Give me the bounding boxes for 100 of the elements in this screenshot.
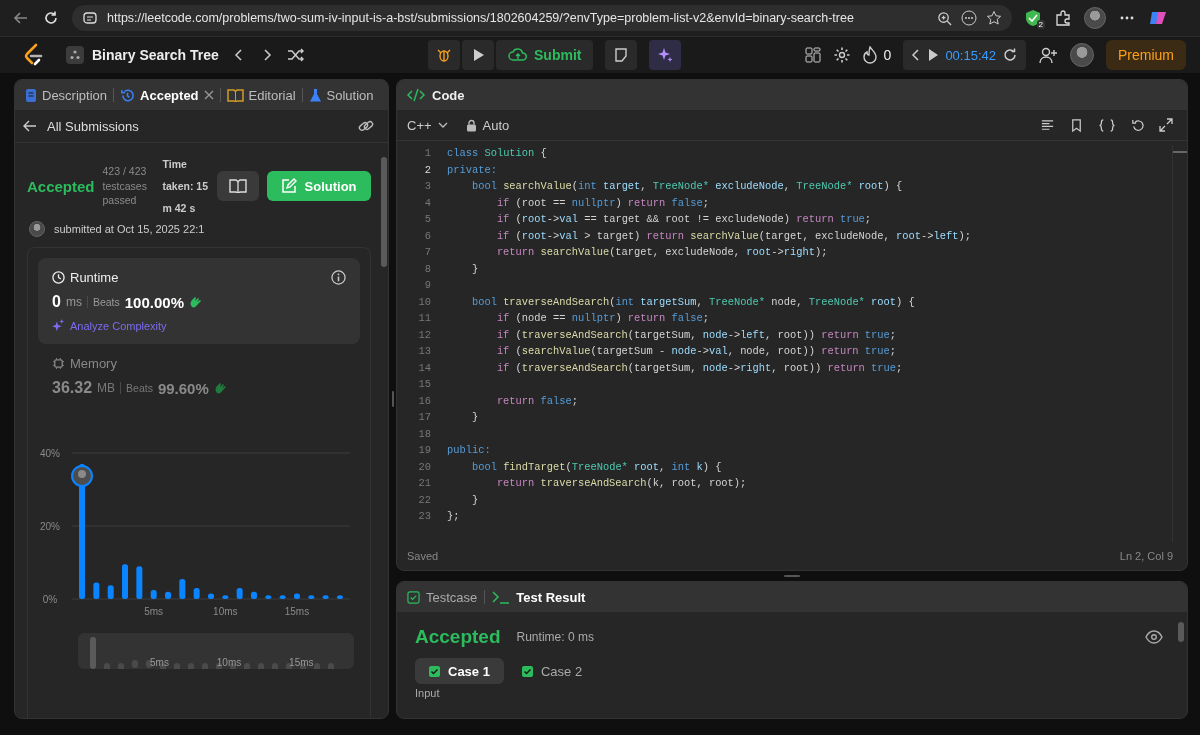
range-overview[interactable]: 5ms 10ms 15ms xyxy=(78,633,354,670)
runtime-bar[interactable] xyxy=(222,595,229,600)
star-icon[interactable] xyxy=(986,10,1002,26)
runtime-bar[interactable] xyxy=(93,582,100,600)
metric-title: Memory xyxy=(70,356,117,372)
runtime-bar[interactable] xyxy=(208,593,214,600)
runtime-bar[interactable] xyxy=(236,588,243,600)
runtime-bar[interactable] xyxy=(336,595,343,600)
runtime-bar[interactable] xyxy=(150,590,157,600)
flask-icon xyxy=(308,87,322,103)
code-line: return traverseAndSearch(k, root, root); xyxy=(495,477,747,490)
close-icon[interactable] xyxy=(203,90,214,100)
metric-card[interactable]: Runtime 0 ms Beats 100.00% Analyze Complexity xyxy=(38,258,360,345)
submit-button[interactable]: Submit xyxy=(496,40,594,70)
user-avatar[interactable] xyxy=(1070,43,1094,67)
line-number: 4 xyxy=(423,196,432,209)
logo-icon[interactable] xyxy=(22,43,44,67)
run-button[interactable] xyxy=(462,40,494,70)
overview-axis-label: 15ms xyxy=(289,657,314,669)
case-tab[interactable]: Case 2 xyxy=(507,658,597,684)
x-axis-label: 15ms xyxy=(284,606,310,618)
line-number: 23 xyxy=(417,510,432,523)
runtime-bar[interactable] xyxy=(193,588,200,600)
site-info-icon[interactable] xyxy=(82,10,98,26)
your-submission-marker[interactable] xyxy=(71,465,94,488)
code-line: bool traverseAndSearch(int targetSum, TreeNode* node, TreeNode* root) { xyxy=(470,295,915,308)
eye-icon[interactable] xyxy=(1145,630,1163,644)
address-bar[interactable]: https://leetcode.com/problems/two-sum-iv-input-is-a-bst/submissions/1802604259/?envType=problem-list-v2&envId=binary-search-tree xyxy=(72,5,1012,31)
runtime-bar[interactable] xyxy=(265,595,272,600)
code-line: if (root == nullptr) return false; xyxy=(495,196,709,209)
shuffle-icon[interactable] xyxy=(286,47,305,63)
more-icon[interactable] xyxy=(961,10,977,26)
premium-button[interactable]: Premium xyxy=(1106,40,1186,70)
all-submissions-link[interactable]: All Submissions xyxy=(21,118,141,134)
timer-text: 00:15:42 xyxy=(945,47,996,63)
runtime-bar[interactable] xyxy=(122,564,128,600)
runtime-bar[interactable] xyxy=(136,566,143,600)
puzzle-icon[interactable] xyxy=(1054,9,1072,27)
link-icon[interactable] xyxy=(358,118,374,134)
braces-icon[interactable] xyxy=(1098,117,1116,133)
beats-label: Beats xyxy=(92,296,120,309)
panel-tab[interactable]: Editorial xyxy=(226,87,296,103)
runtime-bar[interactable] xyxy=(279,595,286,600)
panel-tab[interactable]: Testcase xyxy=(407,589,478,605)
panel-tab[interactable]: Test Result xyxy=(492,589,586,605)
format-icon[interactable] xyxy=(1040,117,1055,133)
code-line: }; xyxy=(447,510,460,523)
metric-value: 0 xyxy=(52,293,61,312)
runtime-bar[interactable] xyxy=(308,595,315,600)
layout-icon[interactable] xyxy=(804,47,821,63)
language-dropdown[interactable]: C++ xyxy=(405,117,450,133)
line-number: 17 xyxy=(417,411,432,424)
metric-card[interactable]: Memory 36.32 MB Beats 99.60% xyxy=(38,344,360,410)
note-button[interactable] xyxy=(605,40,638,70)
line-number: 3 xyxy=(423,180,432,193)
expand-icon[interactable] xyxy=(1159,118,1173,132)
runtime-bar[interactable] xyxy=(179,579,186,600)
metric-unit: MB xyxy=(97,381,116,396)
code-line: } xyxy=(470,493,479,506)
ai-assist-button[interactable] xyxy=(649,40,682,70)
back-arrow-icon xyxy=(23,120,37,132)
case-tab[interactable]: Case 1 xyxy=(415,658,504,684)
zoom-icon[interactable] xyxy=(937,10,952,26)
metric-value: 36.32 xyxy=(52,379,93,398)
y-axis-label: 40% xyxy=(40,449,60,460)
line-number: 13 xyxy=(417,345,432,358)
problem-list-button[interactable]: Binary Search Tree xyxy=(66,46,219,64)
line-number: 14 xyxy=(417,361,432,374)
bookmark-icon[interactable] xyxy=(1069,117,1084,133)
book-button[interactable] xyxy=(216,171,259,202)
undo-icon[interactable] xyxy=(1130,117,1145,133)
reset-icon[interactable] xyxy=(1002,47,1018,63)
play-icon[interactable] xyxy=(927,48,940,62)
panel-tab[interactable]: Accepted xyxy=(120,87,214,103)
auto-mode-button[interactable]: Auto xyxy=(463,117,512,133)
debug-button[interactable] xyxy=(428,40,460,70)
line-number: 1 xyxy=(423,147,432,160)
panel-tab[interactable]: Solution xyxy=(308,87,374,103)
panel-tab[interactable]: Description xyxy=(25,87,108,103)
reload-icon[interactable] xyxy=(42,9,60,27)
runtime-bar[interactable] xyxy=(107,585,114,600)
runtime-bar[interactable] xyxy=(322,595,329,600)
code-line: private: xyxy=(447,163,497,176)
collapse-icon[interactable] xyxy=(911,48,922,62)
line-number: 7 xyxy=(423,246,432,259)
line-number: 21 xyxy=(417,477,432,490)
cloud-upload-icon xyxy=(508,47,528,63)
add-user-icon[interactable] xyxy=(1038,46,1058,64)
runtime-bar[interactable] xyxy=(165,591,171,600)
runtime-bar[interactable] xyxy=(294,593,300,600)
flame-icon[interactable] xyxy=(862,46,877,64)
info-icon[interactable] xyxy=(330,270,346,286)
runtime-bar[interactable] xyxy=(251,591,257,600)
shield-extension-icon[interactable] xyxy=(1024,9,1042,27)
settings-icon[interactable] xyxy=(832,46,851,64)
check-icon xyxy=(429,665,440,677)
beats-percent: 100.00% xyxy=(124,293,184,311)
profile-avatar[interactable] xyxy=(1084,7,1106,29)
code-line: return false; xyxy=(495,394,578,407)
input-label: Input xyxy=(415,687,440,699)
